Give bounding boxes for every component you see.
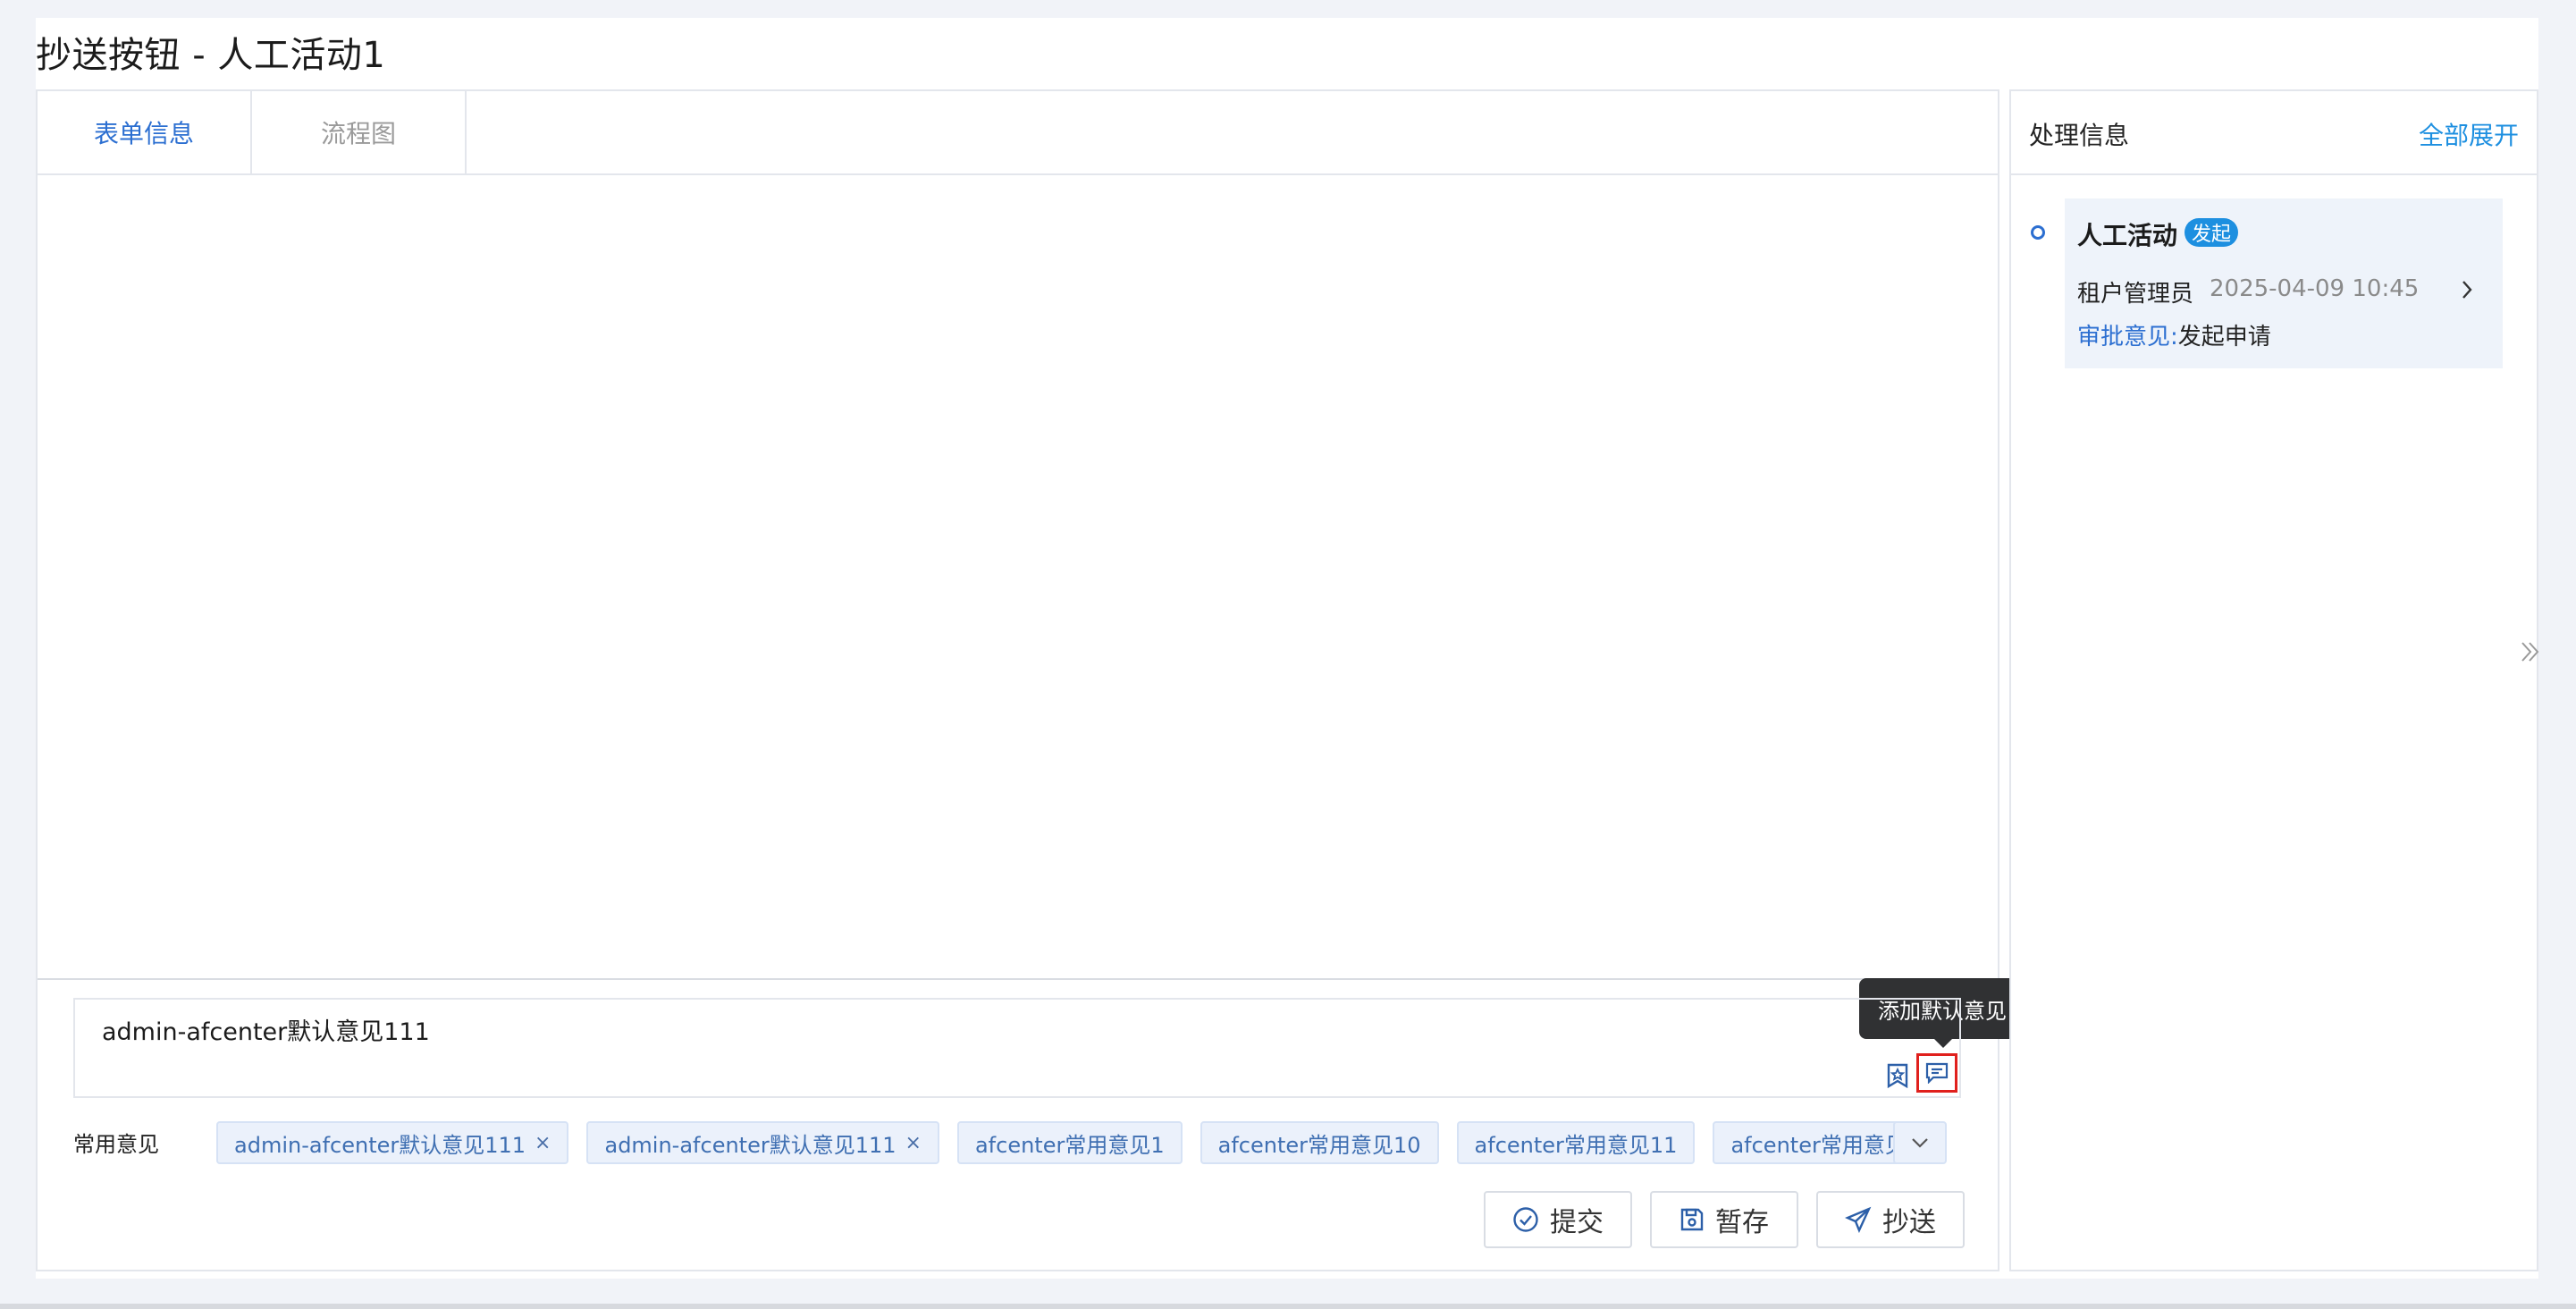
handler-name: 租户管理员: [2077, 281, 2194, 308]
close-icon[interactable]: ×: [905, 1132, 922, 1154]
chevron-right-icon[interactable]: [2456, 279, 2478, 300]
page-title: 抄送按钮 - 人工活动1: [36, 35, 386, 76]
opinion-chip[interactable]: admin-afcenter默认意见111 ×: [216, 1121, 569, 1164]
chip-label: afcenter常用意见1: [974, 1132, 1165, 1158]
opinion-section: 添加默认意见 admin-afcenter默认意见111 常用意见 admin-…: [38, 978, 2025, 1273]
opinion-chip[interactable]: afcenter常用意见1: [956, 1121, 1183, 1164]
chevron-down-icon: [1912, 1138, 1928, 1148]
common-opinion-chips: admin-afcenter默认意见111 × admin-afcenter默认…: [216, 1121, 1939, 1164]
expand-opinions-button[interactable]: [1893, 1121, 1947, 1164]
opinion-label: 审批意见:: [2077, 324, 2178, 350]
page-container: 抄送按钮 - 人工活动1 表单信息 流程图 添加默认意见 admin-afcen…: [36, 18, 2538, 1279]
check-circle-icon: [1513, 1207, 1538, 1232]
save-icon: [1680, 1208, 1704, 1231]
timeline-dot: [2031, 225, 2045, 240]
action-buttons: 提交 暂存 抄送: [1484, 1191, 1965, 1248]
send-icon: [1845, 1206, 1872, 1233]
opinion-chip[interactable]: afcenter常用意见10: [1200, 1121, 1439, 1164]
chip-label: afcenter常用意见2: [1730, 1132, 1921, 1158]
tab-form-info[interactable]: 表单信息: [38, 91, 252, 173]
tab-flowchart[interactable]: 流程图: [252, 91, 467, 173]
save-draft-button[interactable]: 暂存: [1650, 1191, 1798, 1248]
opinion-chip[interactable]: afcenter常用意见11: [1456, 1121, 1696, 1164]
submit-button[interactable]: 提交: [1484, 1191, 1632, 1248]
opinion-text: admin-afcenter默认意见111: [102, 1018, 430, 1046]
main-panel: 表单信息 流程图 添加默认意见 admin-afcenter默认意见111 常用…: [36, 89, 2025, 1273]
activity-name: 人工活动: [2077, 221, 2178, 250]
cc-button[interactable]: 抄送: [1816, 1191, 1965, 1248]
chip-label: admin-afcenter默认意见111: [604, 1132, 897, 1158]
double-chevron-right-icon[interactable]: [2517, 638, 2544, 665]
process-info-header: 处理信息 全部展开: [2011, 91, 2537, 175]
opinion-value: 发起申请: [2177, 324, 2271, 350]
chip-label: afcenter常用意见11: [1474, 1132, 1678, 1158]
status-badge: 发起: [2185, 218, 2239, 247]
bottom-bar: [0, 1304, 2576, 1309]
process-record-card: 人工活动 发起 租户管理员 2025-04-09 10:45 审批意见:发起申请: [2065, 198, 2503, 368]
submit-label: 提交: [1550, 1207, 1604, 1238]
chip-label: admin-afcenter默认意见111: [234, 1132, 526, 1158]
tab-bar: 表单信息 流程图: [38, 91, 1998, 175]
bookmark-star-icon[interactable]: [1884, 1062, 1911, 1089]
common-opinions-label: 常用意见: [73, 1132, 159, 1157]
message-icon[interactable]: [1916, 1053, 1957, 1093]
process-info-panel: 处理信息 全部展开 人工活动 发起 租户管理员 2025-04-09 10:45…: [2009, 89, 2538, 1271]
approval-opinion: 审批意见:发起申请: [2077, 318, 2271, 351]
opinion-input[interactable]: admin-afcenter默认意见111: [73, 998, 1961, 1098]
save-label: 暂存: [1715, 1207, 1769, 1238]
chip-label: afcenter常用意见10: [1217, 1132, 1421, 1158]
cc-label: 抄送: [1882, 1207, 1936, 1238]
process-info-title: 处理信息: [2029, 121, 2130, 150]
expand-all-link[interactable]: 全部展开: [2419, 116, 2519, 152]
form-content-area: [38, 175, 1998, 978]
opinion-chip[interactable]: admin-afcenter默认意见111 ×: [586, 1121, 939, 1164]
close-icon[interactable]: ×: [535, 1132, 551, 1154]
handle-time: 2025-04-09 10:45: [2210, 275, 2420, 302]
